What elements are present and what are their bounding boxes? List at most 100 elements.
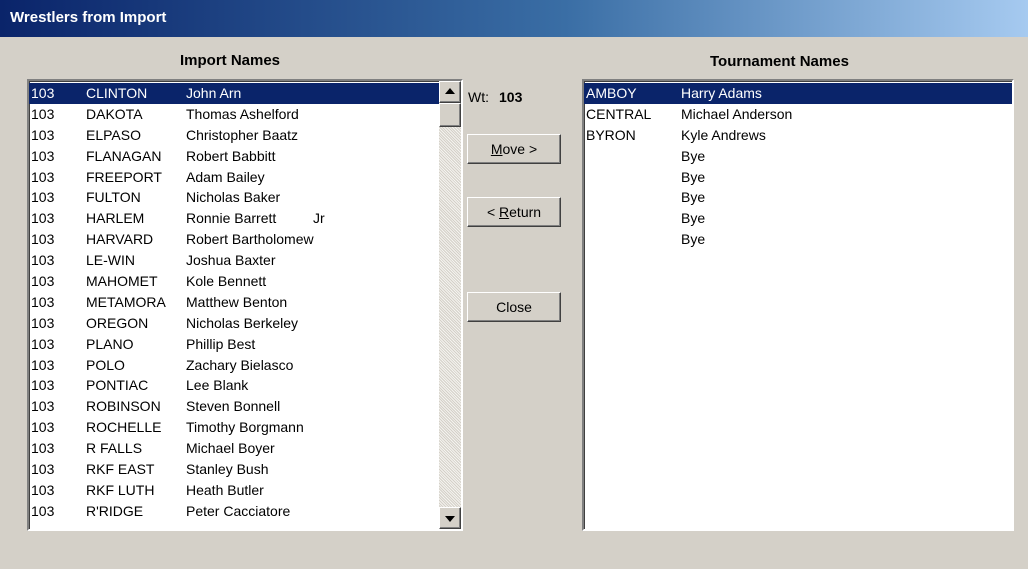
list-item[interactable]: 103 RKF LUTH Heath Butler xyxy=(29,480,439,501)
row-wrestler-name: Zachary Bielasco xyxy=(186,356,294,373)
row-school: BYRON xyxy=(586,126,636,143)
row-wrestler-name: Bye xyxy=(681,147,706,164)
row-wrestler-name: Bye xyxy=(681,189,706,206)
list-item[interactable]: 103 R FALLS Michael Boyer xyxy=(29,438,439,459)
row-weight: 103 xyxy=(31,461,55,478)
list-item[interactable]: 103 FLANAGAN Robert Babbitt xyxy=(29,146,439,167)
import-names-rows: 103 CLINTON John Arn 103 DAKOTA Thomas Ashelf… xyxy=(29,83,439,522)
row-wrestler-name: Michael Boyer xyxy=(186,440,275,457)
row-school: AMBOY xyxy=(586,85,637,101)
list-item[interactable]: 103 ROCHELLE Timothy Borgmann xyxy=(29,417,439,438)
list-item[interactable]: 103 POLO Zachary Bielasco xyxy=(29,355,439,376)
list-item[interactable]: Bye xyxy=(584,187,1012,208)
row-school: CENTRAL xyxy=(586,105,652,122)
list-item[interactable]: 103 OREGON Nicholas Berkeley xyxy=(29,313,439,334)
tournament-names-heading: Tournament Names xyxy=(710,53,849,70)
row-weight: 103 xyxy=(31,85,55,101)
row-school: RKF EAST xyxy=(86,461,155,478)
import-list-scrollbar[interactable] xyxy=(439,81,461,529)
row-weight: 103 xyxy=(31,231,55,248)
row-school: HARLEM xyxy=(86,210,145,227)
move-button-accesskey: M xyxy=(490,141,503,157)
row-wrestler-name: Thomas Ashelford xyxy=(186,105,299,122)
row-weight: 103 xyxy=(31,356,55,373)
move-button[interactable]: Move > xyxy=(467,134,561,164)
scroll-down-button[interactable] xyxy=(439,507,461,529)
scroll-down-arrow-icon xyxy=(445,516,455,522)
list-item[interactable]: BYRON Kyle Andrews xyxy=(584,125,1012,146)
list-item[interactable]: 103 RKF EAST Stanley Bush xyxy=(29,459,439,480)
row-school: FULTON xyxy=(86,189,141,206)
list-item[interactable]: AMBOY Harry Adams xyxy=(584,83,1012,104)
row-weight: 103 xyxy=(31,105,55,122)
weight-value: 103 xyxy=(499,89,523,105)
row-weight: 103 xyxy=(31,481,55,498)
row-weight: 103 xyxy=(31,335,55,352)
row-weight: 103 xyxy=(31,189,55,206)
row-wrestler-name: Michael Anderson xyxy=(681,105,793,122)
row-wrestler-name: Ronnie Barrett xyxy=(186,210,277,227)
return-button[interactable]: < Return xyxy=(467,197,561,227)
list-item[interactable]: 103 MAHOMET Kole Bennett xyxy=(29,271,439,292)
scroll-up-arrow-icon xyxy=(445,88,455,94)
row-school: PLANO xyxy=(86,335,134,352)
scroll-thumb[interactable] xyxy=(439,103,461,127)
row-wrestler-name: Timothy Borgmann xyxy=(186,419,304,436)
import-names-heading: Import Names xyxy=(180,52,281,69)
row-wrestler-name: Adam Bailey xyxy=(186,168,265,185)
list-item[interactable]: 103 METAMORA Matthew Benton xyxy=(29,292,439,313)
list-item[interactable]: 103 FULTON Nicholas Baker xyxy=(29,187,439,208)
row-school: DAKOTA xyxy=(86,105,143,122)
list-item[interactable]: CENTRAL Michael Anderson xyxy=(584,104,1012,125)
row-school: METAMORA xyxy=(86,293,166,310)
row-wrestler-name: Robert Bartholomew xyxy=(186,231,314,248)
return-button-label: eturn xyxy=(509,204,542,220)
row-weight: 103 xyxy=(31,419,55,436)
row-school: POLO xyxy=(86,356,125,373)
row-school: CLINTON xyxy=(86,85,148,101)
row-wrestler-name: Robert Babbitt xyxy=(186,147,276,164)
tournament-names-list[interactable]: AMBOY Harry Adams CENTRAL Michael Anderson B… xyxy=(582,79,1014,531)
import-names-list[interactable]: 103 CLINTON John Arn 103 DAKOTA Thomas Ashelf… xyxy=(27,79,463,531)
list-item[interactable]: 103 R'RIDGE Peter Cacciatore xyxy=(29,501,439,522)
row-school: OREGON xyxy=(86,314,149,331)
row-school: HARVARD xyxy=(86,231,154,248)
row-wrestler-name: Steven Bonnell xyxy=(186,398,281,415)
weight-label: Wt: xyxy=(468,89,489,105)
row-school: ROCHELLE xyxy=(86,419,162,436)
list-item[interactable]: 103 ROBINSON Steven Bonnell xyxy=(29,396,439,417)
list-item[interactable]: 103 DAKOTA Thomas Ashelford xyxy=(29,104,439,125)
row-wrestler-name: Peter Cacciatore xyxy=(186,502,291,519)
list-item[interactable]: Bye xyxy=(584,146,1012,167)
list-item[interactable]: 103 HARLEM Ronnie Barrett Jr xyxy=(29,208,439,229)
row-school: FLANAGAN xyxy=(86,147,162,164)
row-school: MAHOMET xyxy=(86,273,158,290)
close-button[interactable]: Close xyxy=(467,292,561,322)
row-school: ELPASO xyxy=(86,126,141,143)
list-item[interactable]: 103 PONTIAC Lee Blank xyxy=(29,375,439,396)
list-item[interactable]: Bye xyxy=(584,167,1012,188)
row-weight: 103 xyxy=(31,293,55,310)
row-weight: 103 xyxy=(31,314,55,331)
row-wrestler-name: Bye xyxy=(681,210,706,227)
scroll-up-button[interactable] xyxy=(439,81,461,103)
list-item[interactable]: 103 HARVARD Robert Bartholomew xyxy=(29,229,439,250)
row-weight: 103 xyxy=(31,126,55,143)
list-item[interactable]: 103 LE-WIN Joshua Baxter xyxy=(29,250,439,271)
list-item[interactable]: 103 PLANO Phillip Best xyxy=(29,334,439,355)
list-item[interactable]: 103 ELPASO Christopher Baatz xyxy=(29,125,439,146)
list-item[interactable]: Bye xyxy=(584,208,1012,229)
row-wrestler-name: Bye xyxy=(681,231,706,248)
row-wrestler-name: John Arn xyxy=(186,85,242,101)
list-item[interactable]: 103 FREEPORT Adam Bailey xyxy=(29,167,439,188)
row-wrestler-name: Stanley Bush xyxy=(186,461,269,478)
row-weight: 103 xyxy=(31,502,55,519)
row-wrestler-name: Joshua Baxter xyxy=(186,252,276,269)
list-item[interactable]: 103 CLINTON John Arn xyxy=(29,83,439,104)
list-item[interactable]: Bye xyxy=(584,229,1012,250)
row-wrestler-name: Christopher Baatz xyxy=(186,126,299,143)
row-wrestler-name: Lee Blank xyxy=(186,377,249,394)
title-bar: Wrestlers from Import xyxy=(0,0,1028,37)
row-wrestler-name: Bye xyxy=(681,168,706,185)
row-school: RKF LUTH xyxy=(86,481,155,498)
